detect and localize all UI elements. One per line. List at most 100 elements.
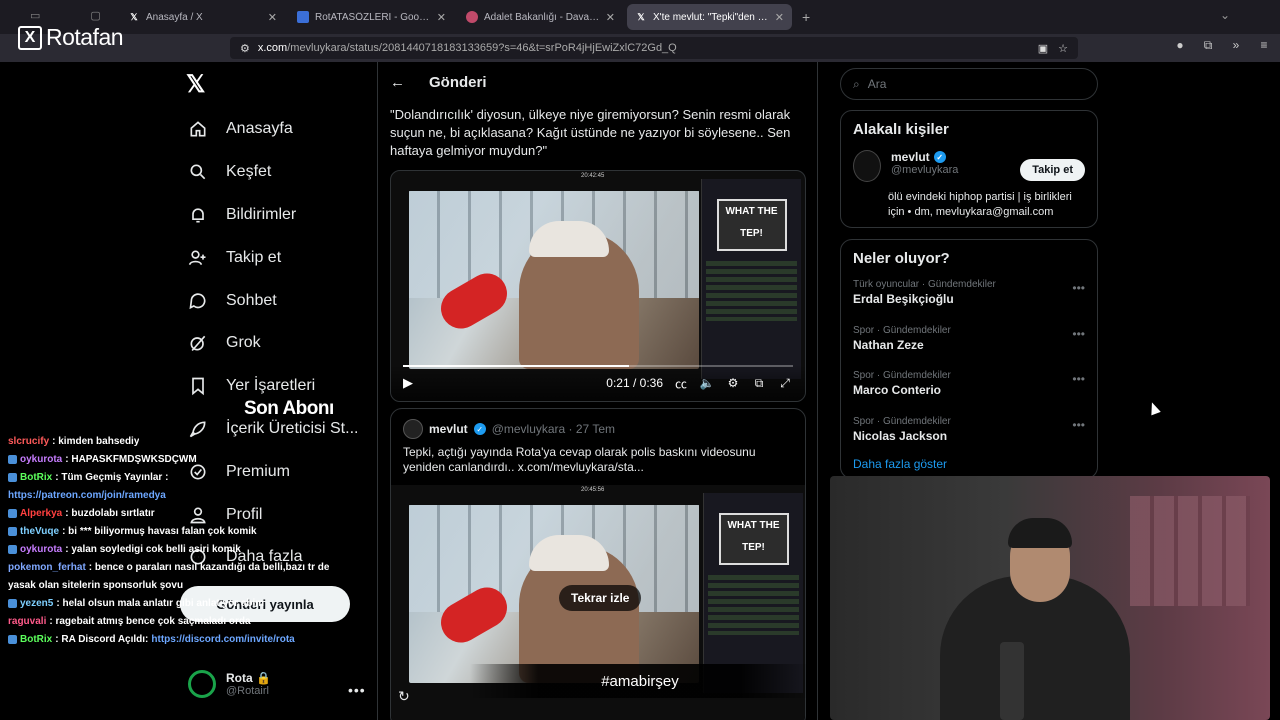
video-time: 0:21 / 0:36 bbox=[606, 376, 663, 390]
trend-name: Marco Conterio bbox=[853, 383, 942, 397]
chat-username: BotRix bbox=[20, 472, 53, 483]
star-icon[interactable]: ☆ bbox=[1058, 42, 1068, 55]
nav-item-explore[interactable]: Keşfet bbox=[186, 151, 358, 194]
video-controls: ▶ 0:21 / 0:36 ㏄ 🔈 ⚙ ⧉ ⤢ bbox=[391, 365, 805, 401]
mouse-cursor-icon bbox=[1147, 400, 1161, 416]
address-field[interactable]: ⚙ x.com/mevluykara/status/20814407181831… bbox=[230, 37, 1078, 59]
chat-text: : ragebait atmış bence çok saçmaladı ord… bbox=[49, 616, 251, 627]
pip-icon[interactable]: ⧉ bbox=[751, 376, 767, 391]
stream-side-panel: WHAT THE TEP! bbox=[703, 493, 803, 693]
nav-item-notifications[interactable]: Bildirimler bbox=[186, 194, 358, 237]
tab-1[interactable]: RotATASÖZLERİ - Google Dokü ✕ bbox=[289, 4, 454, 30]
chat-text: : RA Discord Açıldı: bbox=[55, 634, 149, 645]
tab-toolbar-icons: ▭ ▢ bbox=[30, 9, 101, 22]
avatar bbox=[188, 670, 216, 698]
close-icon[interactable]: ✕ bbox=[606, 11, 615, 24]
card-title: Neler oluyor? bbox=[853, 250, 950, 267]
person-name: mevlut bbox=[891, 150, 930, 164]
chat-message: BotRix: Tüm Geçmiş Yayınlar : bbox=[8, 469, 348, 487]
nav-item-follow[interactable]: Takip et bbox=[186, 236, 358, 279]
close-icon[interactable]: ✕ bbox=[437, 11, 446, 24]
video-frame bbox=[409, 505, 699, 683]
chat-text: : yalan soyledigi cok belli asiri komik bbox=[65, 544, 241, 555]
chevron-down-icon[interactable]: ⌄ bbox=[1220, 8, 1230, 22]
tab-title: Adalet Bakanlığı - Dava Dosyası bbox=[484, 11, 600, 23]
extensions-icon[interactable]: ⧉ bbox=[1200, 37, 1216, 53]
show-more-link[interactable]: Daha fazla göster bbox=[841, 455, 1097, 473]
sidebar-toggle-icon[interactable]: ▭ bbox=[30, 9, 40, 22]
chat-message: pokemon_ferhat: bence o paraları nasıl k… bbox=[8, 559, 348, 577]
verified-badge-icon: ✓ bbox=[933, 151, 946, 163]
video-timestamp: 20:42:45 bbox=[581, 173, 605, 179]
stream-logo-text: Rotafan bbox=[46, 24, 124, 50]
tab-list-icon[interactable]: ▢ bbox=[90, 9, 100, 22]
replay-button[interactable]: Tekrar izle bbox=[559, 585, 642, 611]
chat-text[interactable]: https://patreon.com/join/ramedya bbox=[8, 487, 166, 505]
trend-name: Nicolas Jackson bbox=[853, 428, 948, 443]
tab-title: X'te mevlut: "Tepki"den Rota'ya bbox=[653, 11, 769, 23]
trend-item[interactable]: Türk oyuncular · Gündemdekiler Erdal Beş… bbox=[841, 273, 1097, 319]
nav-label: Yer İşaretleri bbox=[226, 377, 316, 395]
author-handle: @mevluykara · 27 Tem bbox=[491, 422, 616, 436]
trend-meta: Türk oyuncular · Gündemdekiler bbox=[853, 279, 996, 290]
more-dots-icon[interactable]: ••• bbox=[1072, 281, 1085, 295]
more-dots-icon[interactable]: ••• bbox=[1072, 418, 1085, 432]
account-switcher[interactable]: Rota 🔒 @Rotairl bbox=[188, 670, 271, 698]
back-arrow-icon[interactable]: ← bbox=[390, 74, 405, 91]
bookmark-icon bbox=[186, 374, 210, 398]
url-host: x.com bbox=[257, 42, 288, 54]
avatar bbox=[853, 150, 881, 182]
x-home-logo[interactable]: 𝕏 bbox=[186, 70, 212, 98]
tab-2[interactable]: Adalet Bakanlığı - Dava Dosyası ✕ bbox=[458, 4, 623, 30]
site-info-icon[interactable]: ⚙ bbox=[240, 42, 250, 55]
settings-gear-icon[interactable]: ⚙ bbox=[725, 376, 741, 390]
video-player[interactable]: 20:42:45 WHAT THE TEP! ▶ 0:21 / 0:36 ㏄ 🔈… bbox=[390, 170, 806, 402]
reader-view-icon[interactable]: ▣ bbox=[1038, 42, 1048, 55]
more-dots-icon[interactable]: ••• bbox=[1072, 327, 1085, 341]
menu-icon[interactable]: ≡ bbox=[1256, 37, 1272, 53]
more-dots-icon[interactable]: ••• bbox=[1072, 372, 1085, 386]
play-icon[interactable]: ▶ bbox=[403, 375, 413, 391]
captions-icon[interactable]: ㏄ bbox=[673, 375, 689, 392]
overflow-icon[interactable]: » bbox=[1228, 37, 1244, 53]
chat-link[interactable]: https://discord.com/invite/rota bbox=[151, 631, 294, 649]
search-input[interactable]: ⌕ Ara bbox=[840, 68, 1098, 100]
chat-username: BotRix bbox=[20, 634, 53, 645]
stream-chat: slcrucify: kimden bahsediy oykurota: HAPA… bbox=[8, 433, 348, 649]
subscriber-banner: Son Abonı bbox=[244, 398, 334, 419]
new-tab-icon[interactable]: + bbox=[802, 9, 810, 25]
more-dots-icon[interactable]: ••• bbox=[348, 682, 366, 698]
chat-badge-icon bbox=[8, 599, 17, 608]
chat-username: slcrucify bbox=[8, 436, 50, 447]
chat-badge-icon bbox=[8, 473, 17, 482]
chat-text: : HAPASKFMDŞWKSDÇWM bbox=[65, 454, 197, 465]
nav-label: Takip et bbox=[226, 248, 282, 266]
trends-card: Neler oluyor? Türk oyuncular · Gündemdek… bbox=[840, 239, 1098, 479]
fullscreen-icon[interactable]: ⤢ bbox=[777, 376, 793, 391]
follow-button[interactable]: Takip et bbox=[1020, 159, 1085, 181]
nav-item-home[interactable]: Anasayfa bbox=[186, 108, 358, 151]
nav-item-chat[interactable]: Sohbet bbox=[186, 279, 358, 322]
nav-item-grok[interactable]: Grok bbox=[186, 322, 358, 365]
volume-icon[interactable]: 🔈 bbox=[699, 376, 715, 390]
video-frame bbox=[409, 191, 699, 369]
trend-meta: Spor · Gündemdekiler bbox=[853, 415, 951, 427]
page-title: Gönderi bbox=[429, 73, 487, 91]
close-icon[interactable]: ✕ bbox=[775, 11, 784, 24]
trend-item[interactable]: Spor · Gündemdekiler Marco Conterio ••• bbox=[841, 364, 1097, 410]
replay-icon[interactable]: ↻ bbox=[398, 688, 410, 705]
account-icon[interactable]: ● bbox=[1172, 37, 1188, 53]
main-header: ← Gönderi bbox=[378, 62, 817, 102]
quoted-post-text: Tepki, açtığı yayında Rota'ya cevap olar… bbox=[403, 445, 756, 474]
video-timestamp: 20:45:56 bbox=[581, 487, 605, 493]
chat-text: : bi *** biliyormuş havası falan çok kom… bbox=[62, 526, 257, 537]
close-icon[interactable]: ✕ bbox=[268, 11, 277, 24]
nav-label: Keşfet bbox=[226, 163, 272, 181]
trend-item[interactable]: Spor · Gündemdekiler Nicolas Jackson ••• bbox=[841, 410, 1097, 456]
person-handle: @mevluykara bbox=[891, 164, 959, 176]
bell-icon bbox=[186, 203, 210, 227]
trend-item[interactable]: Spor · Gündemdekiler Nathan Zeze ••• bbox=[841, 319, 1097, 365]
tab-0[interactable]: 𝕏 Anasayfa / X ✕ bbox=[120, 4, 285, 30]
tab-3[interactable]: 𝕏 X'te mevlut: "Tepki"den Rota'ya ✕ bbox=[627, 4, 792, 30]
video-progress-bar[interactable] bbox=[403, 365, 793, 367]
